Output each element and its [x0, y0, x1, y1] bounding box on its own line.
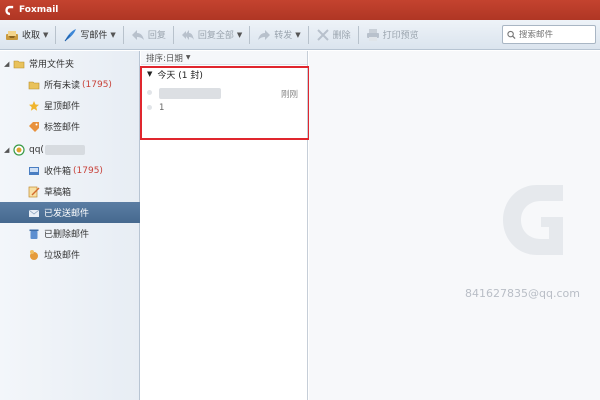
delete-button[interactable]: 删除	[311, 24, 356, 46]
sender-redacted	[159, 88, 221, 99]
sidebar-item-label: 已发送邮件	[44, 209, 90, 219]
sidebar-item-account[interactable]: ◢ qq(	[0, 139, 140, 160]
mail-subject: 1	[159, 103, 165, 113]
search-box[interactable]	[502, 25, 596, 44]
account-name: qq(	[29, 144, 44, 155]
chevron-down-icon[interactable]: ▼	[237, 31, 242, 39]
collapse-arrow-icon[interactable]: ◢	[4, 146, 13, 154]
print-preview-button[interactable]: 打印预览	[361, 24, 424, 46]
forward-arrow-icon	[258, 29, 271, 40]
mail-time: 刚刚	[281, 90, 299, 100]
collapse-arrow-icon[interactable]: ◢	[4, 60, 13, 68]
flag-dot-icon[interactable]	[147, 105, 152, 110]
sidebar-item-starred[interactable]: 星顶邮件	[0, 95, 140, 116]
sort-label: 排序:日期	[146, 53, 183, 64]
inbox-tray-icon	[6, 30, 18, 40]
sidebar-item-junk[interactable]: 垃圾邮件	[0, 244, 140, 265]
sort-dropdown[interactable]: 排序:日期 ▼	[141, 51, 307, 65]
forward-button[interactable]: 转发 ▼	[252, 24, 305, 46]
folder-icon	[13, 60, 25, 68]
toolbar-divider	[357, 25, 359, 44]
star-icon	[29, 100, 39, 111]
sidebar-item-drafts[interactable]: 草稿箱	[0, 181, 140, 202]
tag-icon	[29, 121, 39, 132]
sidebar-item-label: 已删除邮件	[44, 230, 90, 240]
group-label: 今天 (1 封)	[157, 70, 203, 81]
account-email-watermark: 841627835@qq.com	[465, 287, 580, 300]
sidebar-item-deleted[interactable]: 已删除邮件	[0, 223, 140, 244]
inbox-count: (1795)	[73, 165, 103, 176]
sent-mail-icon	[28, 209, 40, 217]
mail-group-today[interactable]: ▼ 今天 (1 封)	[141, 66, 308, 82]
reply-button[interactable]: 回复	[126, 24, 171, 46]
inbox-icon	[29, 166, 39, 175]
sidebar-item-tagged[interactable]: 标签邮件	[0, 116, 140, 137]
chevron-down-icon[interactable]: ▼	[186, 54, 191, 61]
reply-all-label: 回复全部	[197, 31, 234, 41]
unread-dot-icon	[147, 90, 152, 95]
unread-count: (1795)	[82, 79, 112, 90]
reply-all-button[interactable]: 回复全部 ▼	[176, 24, 247, 46]
print-preview-label: 打印预览	[382, 31, 419, 41]
receive-button[interactable]: 收取 ▼	[0, 24, 53, 46]
sidebar-item-label: 草稿箱	[44, 188, 72, 198]
sidebar-item-label: 标签邮件	[44, 123, 81, 133]
search-input[interactable]	[519, 29, 595, 40]
sidebar-item-sent[interactable]: 已发送邮件	[0, 202, 140, 223]
reply-arrow-icon	[131, 29, 144, 40]
folder-icon	[28, 81, 40, 89]
feather-pen-icon	[65, 28, 77, 41]
app-title: Foxmail	[19, 5, 59, 15]
sidebar-item-label: 常用文件夹	[29, 60, 75, 70]
mail-list-pane: 排序:日期 ▼ ▼ 今天 (1 封) 刚刚 1	[141, 51, 308, 400]
sidebar: ◢ 常用文件夹 所有未读 (1795) 星顶邮件 标签邮件 ◢ qq(收件箱 …	[0, 51, 140, 400]
reply-label: 回复	[147, 31, 166, 41]
receive-label: 收取	[22, 31, 41, 41]
sidebar-item-label: 所有未读	[44, 81, 81, 91]
delete-x-icon	[316, 28, 329, 41]
chevron-down-icon[interactable]: ▼	[43, 31, 48, 39]
title-bar: Foxmail	[0, 0, 600, 20]
sidebar-item-label: 星顶邮件	[44, 102, 81, 112]
preview-pane: 841627835@qq.com	[309, 51, 600, 400]
sidebar-item-label: 收件箱	[44, 167, 72, 177]
chevron-down-icon[interactable]: ▼	[110, 31, 115, 39]
toolbar-divider	[172, 25, 174, 44]
forward-label: 转发	[274, 31, 293, 41]
sidebar-item-inbox[interactable]: 收件箱 (1795)	[0, 160, 140, 181]
sidebar-item-common-folder[interactable]: ◢ 常用文件夹	[0, 53, 140, 74]
compose-label: 写邮件	[80, 31, 108, 41]
foxmail-logo-icon	[5, 5, 14, 15]
collapse-arrow-icon[interactable]: ▼	[147, 70, 152, 78]
reply-all-arrow-icon	[181, 29, 194, 40]
chevron-down-icon[interactable]: ▼	[295, 31, 300, 39]
toolbar: 收取 ▼ 写邮件 ▼ 回复 回复全部 ▼ 转发 ▼ 删除 打印预览 搜索邮件	[0, 20, 600, 50]
compose-button[interactable]: 写邮件 ▼	[58, 24, 120, 46]
toolbar-divider	[122, 25, 124, 44]
trash-icon	[29, 229, 39, 239]
printer-icon	[366, 28, 379, 41]
sidebar-item-all-unread[interactable]: 所有未读 (1795)	[0, 74, 140, 95]
sidebar-item-label: 垃圾邮件	[44, 251, 81, 261]
toolbar-divider	[55, 25, 57, 44]
delete-label: 删除	[332, 31, 351, 41]
toolbar-divider	[307, 25, 309, 44]
foxmail-watermark-icon	[503, 185, 563, 255]
mail-list-item[interactable]: 刚刚 1	[141, 84, 308, 120]
junk-icon	[30, 249, 38, 260]
drafts-icon	[28, 186, 40, 197]
toolbar-divider	[249, 25, 251, 44]
search-icon	[507, 30, 516, 39]
account-redacted	[44, 144, 85, 155]
qq-account-icon	[13, 143, 25, 156]
